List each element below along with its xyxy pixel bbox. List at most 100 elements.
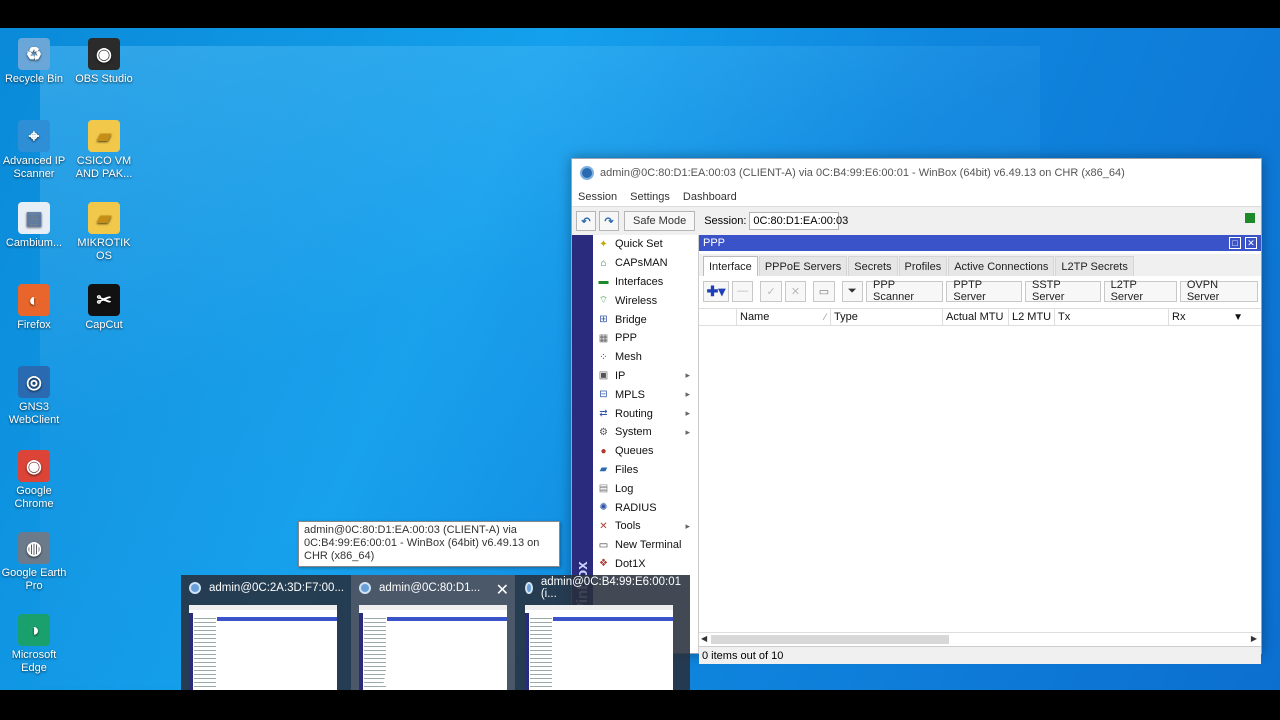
sidebar-item-new-terminal[interactable]: ▭ New Terminal	[593, 536, 698, 555]
filter-button[interactable]: ⏷	[841, 280, 864, 302]
capcut-icon: ✂	[88, 284, 120, 316]
sidebar-item-queues[interactable]: ● Queues	[593, 442, 698, 461]
terminal-icon: ▭	[598, 539, 609, 551]
sstp-server-button[interactable]: SSTP Server	[1025, 279, 1101, 303]
column-name[interactable]: Name ⁄	[737, 309, 831, 325]
desktop-icon[interactable]: ▰ CSICO VM AND PAK...	[70, 120, 138, 181]
firefox-icon: ◐	[18, 284, 50, 316]
pptp-server-button[interactable]: PPTP Server	[946, 279, 1022, 303]
sidebar-item-quick-set[interactable]: ✦ Quick Set	[593, 235, 698, 254]
column-tx[interactable]: Tx	[1055, 309, 1169, 325]
sidebar-item-files[interactable]: ▰ Files	[593, 461, 698, 480]
desktop-icon[interactable]: ✂ CapCut	[70, 284, 138, 332]
close-icon[interactable]: ✕	[496, 580, 509, 600]
recycle-bin-icon: ♻	[18, 38, 50, 70]
preview-thumbnail[interactable]	[525, 605, 673, 690]
sidebar-item-tools[interactable]: ✕ Tools ▸	[593, 517, 698, 536]
submenu-arrow-icon: ▸	[685, 408, 690, 419]
tab-secrets[interactable]: Secrets	[848, 256, 898, 276]
desktop-icon[interactable]: ▰ MIKROTIK OS	[70, 202, 138, 263]
ip-scanner-icon: ⌖	[18, 120, 50, 152]
column-actual-mtu[interactable]: Actual MTU	[943, 309, 1009, 325]
folder-icon: ▰	[599, 464, 608, 476]
submenu-arrow-icon: ▸	[685, 426, 690, 437]
preview-thumbnail[interactable]	[189, 605, 337, 690]
taskbar-previews: admin@0C:2A:3D:F7:00... admin@0C:80:D1..…	[181, 575, 690, 690]
preview-thumbnail[interactable]	[359, 605, 507, 690]
desktop-icon[interactable]: ◑ Microsoft Edge	[0, 614, 68, 675]
tab-interface[interactable]: Interface	[703, 256, 758, 276]
scrollbar-thumb[interactable]	[711, 635, 949, 644]
tab-pppoe-servers[interactable]: PPPoE Servers	[758, 256, 848, 276]
window-title-bar[interactable]: admin@0C:80:D1:EA:00:03 (CLIENT-A) via 0…	[572, 159, 1261, 187]
desktop-icon[interactable]: ▤ Cambium...	[0, 202, 68, 250]
sidebar-item-ppp[interactable]: ▦ PPP	[593, 329, 698, 348]
sidebar-item-label: Files	[615, 463, 639, 476]
preview-window-2[interactable]: admin@0C:80:D1... ✕	[351, 575, 515, 690]
sidebar-item-capsman[interactable]: ⌂ CAPsMAN	[593, 254, 698, 273]
desktop-icon[interactable]: ◎ GNS3 WebClient	[0, 366, 68, 427]
scroll-right-icon[interactable]: ▶	[1251, 634, 1257, 643]
sidebar-item-routing[interactable]: ⇄ Routing ▸	[593, 404, 698, 423]
column-l2-mtu[interactable]: L2 MTU	[1009, 309, 1055, 325]
tab-active-connections[interactable]: Active Connections	[948, 256, 1055, 276]
column-type[interactable]: Type	[831, 309, 943, 325]
desktop-icon[interactable]: ◉ OBS Studio	[70, 38, 138, 86]
sidebar-item-mpls[interactable]: ⊟ MPLS ▸	[593, 385, 698, 404]
desktop-icon[interactable]: ◐ Firefox	[0, 284, 68, 332]
cross-icon: ✕	[790, 285, 801, 298]
disable-button[interactable]: ✕	[784, 280, 807, 302]
desktop-icon-label: Microsoft Edge	[11, 649, 57, 674]
sidebar-item-radius[interactable]: ✺ RADIUS	[593, 498, 698, 517]
chrome-icon: ◉	[18, 450, 50, 482]
desktop-icon-label: CSICO VM AND PAK...	[75, 155, 133, 180]
interfaces-icon: ▬	[598, 276, 609, 288]
desktop-icon-label: GNS3 WebClient	[8, 401, 60, 426]
redo-button[interactable]: ↷	[599, 211, 619, 231]
wand-icon: ✦	[599, 238, 608, 250]
preview-window-1[interactable]: admin@0C:2A:3D:F7:00...	[181, 575, 345, 690]
sidebar-item-wireless[interactable]: ⌔ Wireless	[593, 291, 698, 310]
l2tp-server-button[interactable]: L2TP Server	[1103, 279, 1177, 303]
sidebar-item-ip[interactable]: ▣ IP ▸	[593, 367, 698, 386]
menu-dashboard[interactable]: Dashboard	[683, 191, 737, 203]
gear-icon: ⚙	[599, 426, 608, 438]
ovpn-server-button[interactable]: OVPN Server	[1179, 279, 1258, 303]
desktop-icon[interactable]: ◍ Google Earth Pro	[0, 532, 68, 593]
comment-button[interactable]: ▭	[813, 280, 835, 302]
column-rx[interactable]: Rx ▼	[1169, 309, 1247, 325]
scroll-left-icon[interactable]: ◀	[701, 634, 707, 643]
preview-window-3[interactable]: admin@0C:B4:99:E6:00:01 (i...	[517, 575, 681, 690]
horizontal-scrollbar[interactable]: ◀ ▶	[699, 632, 1261, 646]
undo-button[interactable]: ↶	[576, 211, 596, 231]
desktop-icon[interactable]: ◉ Google Chrome	[0, 450, 68, 511]
tab-l2tp-secrets[interactable]: L2TP Secrets	[1055, 256, 1134, 276]
close-icon[interactable]: ✕	[1245, 237, 1257, 249]
bridge-icon: ⊞	[599, 314, 608, 326]
add-button[interactable]: ✚▾	[703, 280, 729, 302]
obs-icon: ◉	[88, 38, 120, 70]
sidebar-item-bridge[interactable]: ⊞ Bridge	[593, 310, 698, 329]
sidebar-item-log[interactable]: ▤ Log	[593, 479, 698, 498]
ppp-window[interactable]: PPP □ ✕ Interface PPPoE Servers Secrets Pro…	[699, 235, 1261, 664]
maximize-icon[interactable]: □	[1229, 237, 1241, 249]
sidebar-item-dot1x[interactable]: ❖ Dot1X	[593, 555, 698, 574]
desktop-icon-label: Recycle Bin	[4, 73, 64, 85]
desktop-icon[interactable]: ♻ Recycle Bin	[0, 38, 68, 86]
ppp-title-bar[interactable]: PPP □ ✕	[699, 235, 1261, 251]
ppp-interface-table[interactable]	[699, 326, 1261, 632]
sidebar-item-interfaces[interactable]: ▬ Interfaces	[593, 273, 698, 292]
sidebar-item-mesh[interactable]: ⁘ Mesh	[593, 348, 698, 367]
desktop-icon[interactable]: ⌖ Advanced IP Scanner	[0, 120, 68, 181]
enable-button[interactable]: ✓	[760, 280, 782, 302]
ppp-scanner-button[interactable]: PPP Scanner	[866, 279, 944, 303]
desktop-icon-label: OBS Studio	[75, 73, 133, 85]
session-field[interactable]: 0C:80:D1:EA:00:03	[749, 212, 848, 230]
menu-session[interactable]: Session	[578, 191, 617, 203]
sidebar-item-system[interactable]: ⚙ System ▸	[593, 423, 698, 442]
menu-settings[interactable]: Settings	[630, 191, 670, 203]
tab-profiles[interactable]: Profiles	[898, 256, 948, 276]
remove-button[interactable]: —	[732, 280, 754, 302]
desktop-icon-label: CapCut	[85, 319, 123, 331]
safe-mode-button[interactable]: Safe Mode	[624, 211, 696, 231]
